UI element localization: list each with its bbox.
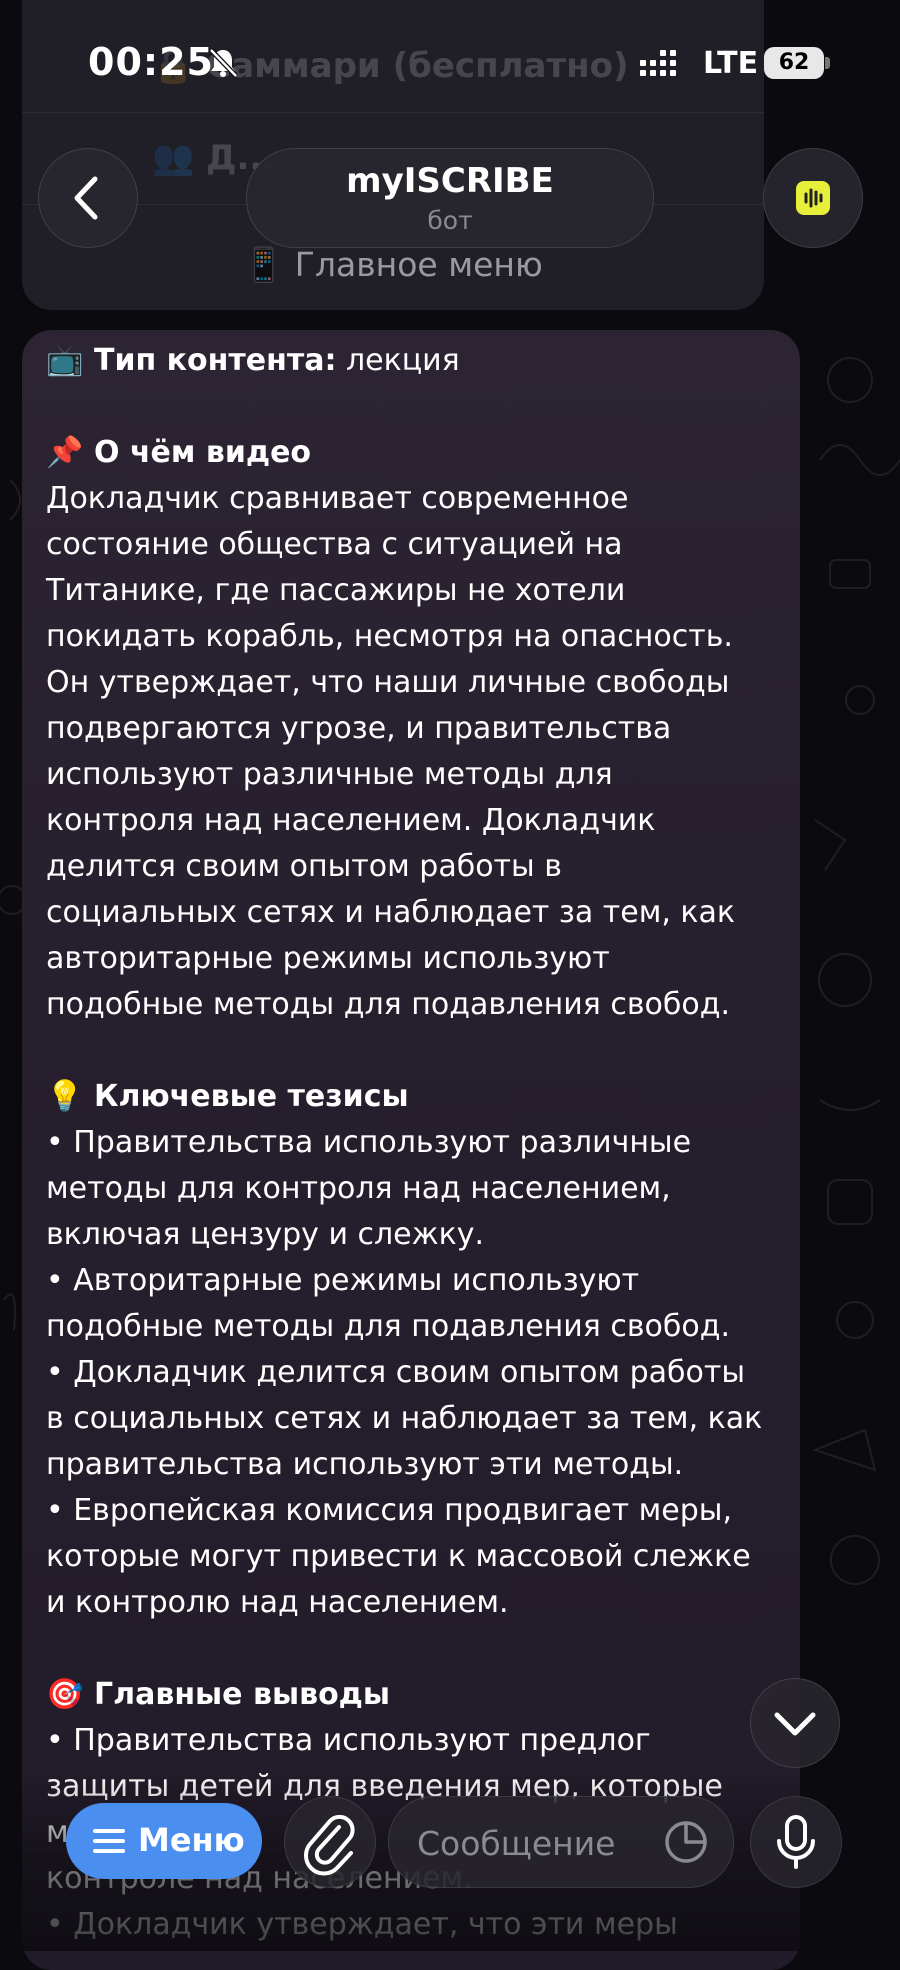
menu-button[interactable]: Меню [66, 1803, 262, 1879]
bell-muted-icon [209, 48, 238, 78]
message-line: • Докладчик делится своим опытом работы [46, 1355, 746, 1390]
message-line: социальных сетях и наблюдает за тем, как [46, 895, 736, 930]
message-text: 📺 Тип контента: лекция 📌 О чём видео Докла… [46, 338, 786, 1948]
battery-tip [825, 57, 830, 69]
chevron-down-icon [774, 1712, 816, 1736]
chat-title[interactable]: myISCRIBE бот [246, 148, 654, 248]
status-bar: 00:25 LTE 62 [0, 0, 900, 130]
chat-title-subtitle: бот [427, 206, 473, 235]
message-line: подобные методы для подавления свобод. [46, 987, 731, 1022]
content-type-label: Тип контента: [94, 343, 337, 378]
message-line: Докладчик сравнивает современное [46, 481, 629, 516]
message-line: методы для контроля над населением, [46, 1171, 671, 1206]
message-input[interactable] [415, 1815, 649, 1871]
sticker-icon[interactable] [663, 1819, 709, 1865]
message-line: и контролю над населением. [46, 1585, 509, 1620]
message-line: состояние общества с ситуацией на [46, 527, 623, 562]
message-line: контроля над населением. Докладчик [46, 803, 656, 838]
message-line: Титанике, где пассажиры не хотели [46, 573, 626, 608]
tv-icon: 📺 [46, 343, 84, 378]
message-line: Он утверждает, что наши личные свободы [46, 665, 730, 700]
message-line: подобные методы для подавления свобод. [46, 1309, 731, 1344]
message-line: правительства используют эти методы. [46, 1447, 684, 1482]
paperclip-icon [303, 1814, 355, 1876]
network-type: LTE [703, 46, 759, 81]
message-line: покидать корабль, несмотря на опасность. [46, 619, 733, 654]
message-line: подвергаются угрозе, и правительства [46, 711, 672, 746]
status-time: 00:25 [88, 40, 214, 84]
message-line: • Авторитарные режимы используют [46, 1263, 640, 1298]
keyboard-button-main-menu[interactable]: 📱 Главное меню [22, 245, 764, 285]
message-line: делится своим опытом работы в [46, 849, 562, 884]
battery-indicator: 62 [764, 47, 824, 79]
message-line: включая цензуру и слежку. [46, 1217, 485, 1252]
voice-record-button[interactable] [750, 1796, 842, 1888]
scroll-to-bottom-button[interactable] [750, 1678, 840, 1768]
pin-icon: 📌 [46, 435, 84, 470]
chevron-left-icon [74, 176, 98, 220]
message-line: используют различные методы для [46, 757, 613, 792]
message-line: в социальных сетях и наблюдает за тем, к… [46, 1401, 763, 1436]
message-line: которые могут привести к массовой слежке [46, 1539, 751, 1574]
microphone-icon [777, 1815, 815, 1869]
chat-title-name: myISCRIBE [346, 161, 554, 201]
menu-label: Меню [138, 1821, 245, 1859]
section-title: 🎯 Главные выводы [46, 1672, 786, 1718]
section-title: 💡 Ключевые тезисы [46, 1074, 786, 1120]
soundwave-icon [796, 181, 830, 215]
attach-button[interactable] [284, 1796, 376, 1888]
message-line: • Правительства используют различные [46, 1125, 692, 1160]
message-line: • Европейская комиссия продвигает меры, [46, 1493, 732, 1528]
cell-signal-icon [640, 50, 676, 76]
content-type-line: 📺 Тип контента: лекция [46, 338, 786, 384]
message-line: авторитарные режимы используют [46, 941, 610, 976]
target-icon: 🎯 [46, 1677, 84, 1712]
bot-avatar[interactable] [763, 148, 863, 248]
section-title: 📌 О чём видео [46, 430, 786, 476]
bulb-icon: 💡 [46, 1079, 84, 1114]
content-type-value: лекция [336, 343, 460, 378]
message-input-container [388, 1796, 734, 1888]
hamburger-icon [93, 1829, 125, 1853]
back-button[interactable] [38, 148, 138, 248]
message-line: • Правительства используют предлог [46, 1723, 651, 1758]
